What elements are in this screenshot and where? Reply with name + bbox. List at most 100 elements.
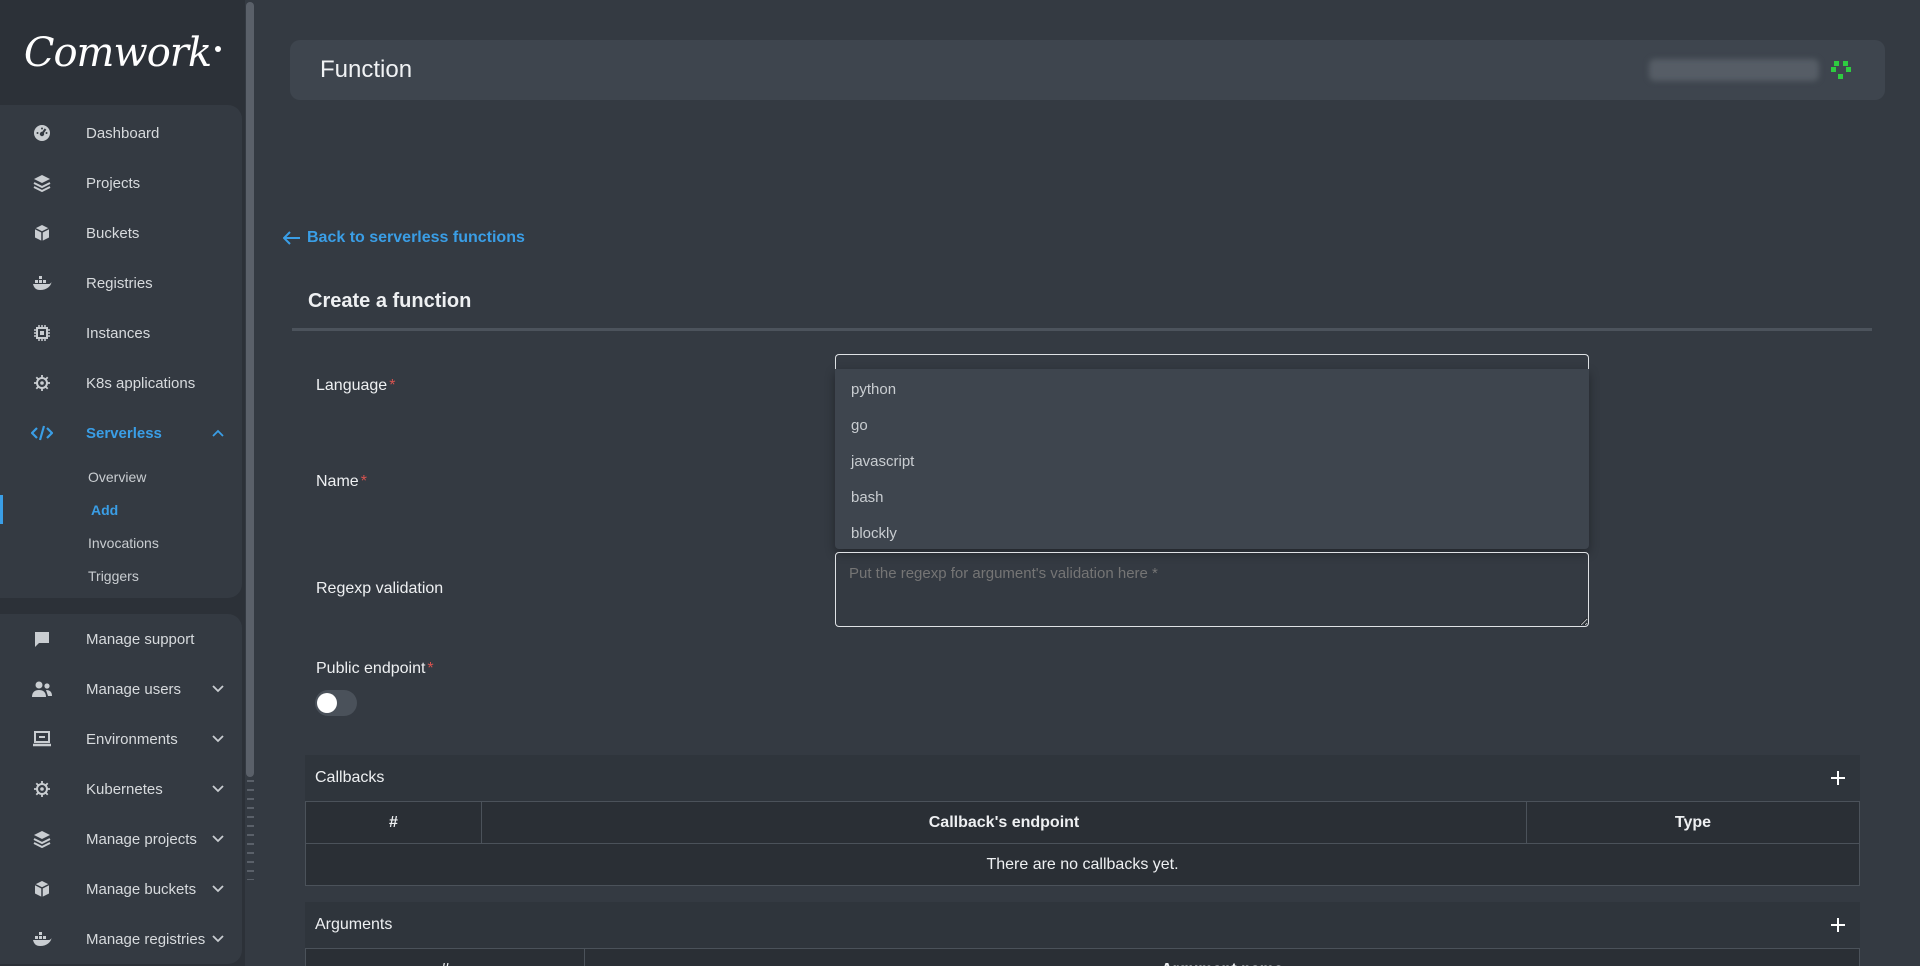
empty-callbacks-message: There are no callbacks yet. [305,843,1860,886]
page-title: Function [320,56,413,83]
chevron-down-icon[interactable] [206,885,230,893]
plus-icon [1831,771,1845,785]
sidebar-item-buckets[interactable]: Buckets [0,208,242,258]
regexp-label: Regexp validation [316,580,443,598]
chat-icon [30,627,54,651]
sidebar-item-label: Serverless [86,424,162,442]
toggle-knob [317,693,337,713]
regexp-input[interactable] [835,552,1589,627]
chevron-down-icon[interactable] [206,935,230,943]
sidebar-item-label: K8s applications [86,374,196,392]
sidebar-item-label: Manage buckets [86,880,197,898]
required-mark: * [360,473,367,490]
chevron-down-icon[interactable] [206,735,230,743]
sidebar-item-registries[interactable]: Registries [0,258,242,308]
callbacks-header: Callbacks [305,755,1860,801]
form-divider [292,328,1872,331]
arguments-title: Arguments [315,916,393,933]
language-option-blockly[interactable]: blockly [835,515,1589,551]
column-header: # [305,801,482,844]
table-row: There are no callbacks yet. [305,843,1860,886]
chevron-up-icon[interactable] [206,429,230,437]
sidebar-subitem-add[interactable]: Add [0,493,242,526]
sidebar-item-label: Manage support [86,630,195,648]
add-callback-button[interactable] [1826,766,1850,790]
sidebar-item-instances[interactable]: Instances [0,308,242,358]
sidebar-item-manage-registries[interactable]: Manage registries [0,914,242,964]
required-mark: * [427,660,434,677]
regexp-label-text: Regexp validation [316,580,444,597]
status-icon[interactable] [1827,56,1855,84]
public-endpoint-label: Public endpoint * [316,660,434,678]
sidebar-item-label: Dashboard [86,124,160,142]
back-link-label: Back to serverless functions [307,229,525,246]
docker-icon [30,927,54,951]
nav-gap [0,598,245,614]
nav-group-admin: Manage support Manage users Environments… [0,614,242,964]
column-header: # [305,948,585,966]
logo-text: Comwork [23,29,212,76]
sidebar-item-kubernetes[interactable]: Kubernetes [0,764,242,814]
arguments-header: Arguments [305,902,1860,948]
code-icon [30,421,54,445]
sidebar-item-label: Manage projects [86,830,197,848]
public-endpoint-toggle[interactable] [315,690,357,716]
chevron-down-icon[interactable] [206,685,230,693]
sidebar-scrollbar[interactable] [245,0,256,966]
sidebar-item-label: Registries [86,274,153,292]
sidebar-item-label: Manage users [86,680,182,698]
arrow-left-icon [283,231,301,245]
sidebar-item-environments[interactable]: Environments [0,714,242,764]
column-header: Argument name [584,948,1860,966]
sidebar-item-label: Manage registries [86,930,206,948]
layers-icon [30,171,54,195]
logo[interactable]: Comwork [0,0,245,105]
user-info-blurred[interactable] [1649,59,1819,81]
column-header: Callback's endpoint [481,801,1527,844]
back-to-serverless-link[interactable]: Back to serverless functions [283,229,525,247]
helm-icon [30,371,54,395]
language-label-text: Language [316,377,388,394]
add-argument-button[interactable] [1826,913,1850,937]
name-label-text: Name [316,473,359,490]
sidebar-item-manage-buckets[interactable]: Manage buckets [0,864,242,914]
required-mark: * [389,377,396,394]
chevron-down-icon[interactable] [206,785,230,793]
page-header: Function [290,40,1885,100]
sidebar-item-label: Environments [86,730,178,748]
language-dropdown: python go javascript bash blockly [835,369,1589,549]
dashboard-icon [30,121,54,145]
sidebar: Comwork Dashboard Projects Buckets Regis… [0,0,245,966]
callbacks-title: Callbacks [315,769,385,786]
language-option-bash[interactable]: bash [835,479,1589,515]
sidebar-subitem-overview[interactable]: Overview [0,460,242,493]
chevron-down-icon[interactable] [206,835,230,843]
table-header-row: # Argument name [305,948,1860,966]
column-header: Type [1526,801,1860,844]
language-option-javascript[interactable]: javascript [835,443,1589,479]
sidebar-item-label: Buckets [86,224,140,242]
sidebar-item-projects[interactable]: Projects [0,158,242,208]
name-label: Name * [316,473,367,491]
box-icon [30,221,54,245]
nav-group-main: Dashboard Projects Buckets Registries In… [0,105,242,598]
plus-icon [1831,918,1845,932]
language-option-go[interactable]: go [835,407,1589,443]
arguments-card: Arguments # Argument name [305,902,1860,966]
scrollbar-thumb[interactable] [246,2,254,777]
callbacks-table: # Callback's endpoint Type There are no … [305,801,1860,886]
form-title: Create a function [308,290,472,312]
language-option-python[interactable]: python [835,371,1589,407]
table-header-row: # Callback's endpoint Type [305,801,1860,844]
sidebar-item-serverless[interactable]: Serverless [0,408,242,458]
scrollbar-track-ticks [247,780,254,880]
sidebar-item-manage-support[interactable]: Manage support [0,614,242,664]
monitor-icon [30,727,54,751]
sidebar-item-manage-projects[interactable]: Manage projects [0,814,242,864]
sidebar-subitem-triggers[interactable]: Triggers [0,559,242,592]
arguments-table: # Argument name [305,948,1860,966]
sidebar-subitem-invocations[interactable]: Invocations [0,526,242,559]
sidebar-item-dashboard[interactable]: Dashboard [0,108,242,158]
sidebar-item-manage-users[interactable]: Manage users [0,664,242,714]
sidebar-item-k8s-applications[interactable]: K8s applications [0,358,242,408]
